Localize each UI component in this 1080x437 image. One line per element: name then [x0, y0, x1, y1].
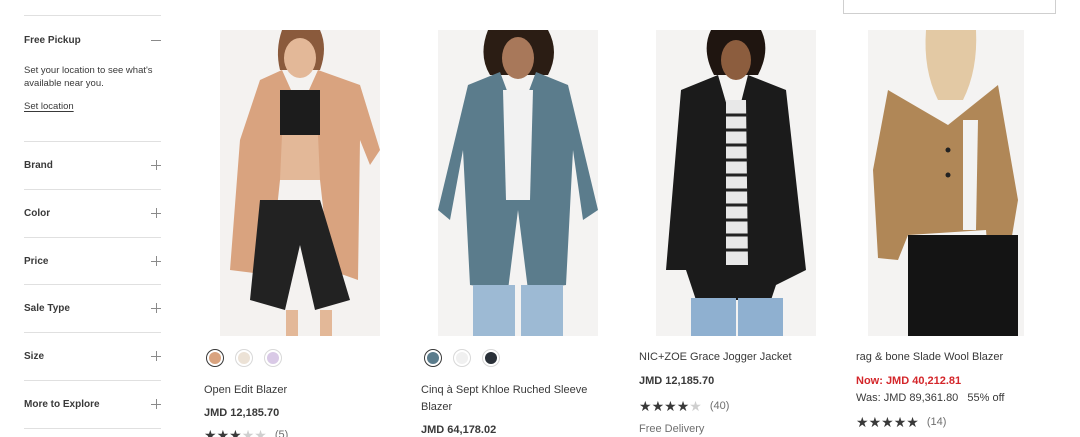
filter-sale-type[interactable]: Sale Type: [24, 301, 161, 315]
product-card[interactable]: [656, 30, 826, 336]
star-icon: ★: [664, 398, 677, 414]
filter-price[interactable]: Price: [24, 254, 161, 268]
product-name[interactable]: NIC+ZOE Grace Jogger Jacket: [639, 349, 792, 366]
sidebar-divider: [24, 141, 161, 142]
product-name[interactable]: rag & bone Slade Wool Blazer: [856, 349, 1003, 366]
sidebar-divider: [24, 332, 161, 333]
sidebar-divider: [24, 380, 161, 381]
filter-sale-type-label: Sale Type: [24, 302, 70, 314]
rating-count: (40): [709, 400, 730, 412]
filter-color-label: Color: [24, 207, 51, 219]
filter-brand[interactable]: Brand: [24, 158, 161, 172]
star-icon: ★: [639, 398, 652, 414]
plus-icon[interactable]: [151, 256, 161, 266]
star-empty-icon: ★: [254, 427, 267, 437]
plus-icon[interactable]: [151, 351, 161, 361]
original-price: Was: JMD 89,361.80 55% off: [856, 392, 1004, 404]
color-swatches: [206, 349, 282, 367]
minus-icon[interactable]: [151, 35, 161, 45]
color-swatch[interactable]: [206, 349, 224, 367]
color-swatch[interactable]: [235, 349, 253, 367]
color-swatch[interactable]: [424, 349, 442, 367]
star-icon: ★: [676, 398, 690, 414]
plus-icon[interactable]: [151, 303, 161, 313]
set-location-link[interactable]: Set location: [24, 101, 74, 112]
star-icon: ★: [216, 427, 230, 437]
star-icon: ★: [856, 414, 869, 430]
star-icon: ★: [881, 414, 894, 430]
search-input[interactable]: [843, 0, 1056, 14]
product-name[interactable]: Open Edit Blazer: [204, 382, 287, 399]
filter-more-to-explore-label: More to Explore: [24, 398, 100, 410]
filter-free-pickup[interactable]: Free Pickup: [24, 33, 161, 47]
sale-price: Now: JMD 40,212.81: [856, 375, 962, 387]
sidebar-divider: [24, 15, 161, 16]
star-icon: ★: [893, 414, 907, 430]
star-icon: ★: [868, 414, 882, 430]
star-empty-icon: ★: [689, 398, 702, 414]
product-card[interactable]: [438, 30, 608, 336]
delivery-info: Free Delivery: [639, 423, 705, 435]
discount-badge: 55% off: [967, 392, 1005, 404]
filter-color[interactable]: Color: [24, 206, 161, 220]
star-rating: ★ ★ ★ ★ ★: [639, 399, 702, 413]
filter-price-label: Price: [24, 255, 49, 267]
star-icon: ★: [204, 427, 217, 437]
plus-icon[interactable]: [151, 399, 161, 409]
product-image[interactable]: [438, 30, 598, 336]
free-pickup-description: Set your location to see what's availabl…: [24, 65, 153, 89]
was-price: Was: JMD 89,361.80: [856, 392, 959, 404]
plus-icon[interactable]: [151, 160, 161, 170]
star-icon: ★: [651, 398, 665, 414]
product-rating: ★ ★ ★ ★ ★ (5): [204, 428, 288, 437]
rating-count: (14): [926, 416, 947, 428]
filter-more-to-explore[interactable]: More to Explore: [24, 397, 161, 411]
product-image[interactable]: [868, 30, 1024, 336]
product-name[interactable]: Cinq à Sept Khloe Ruched Sleeve Blazer: [421, 382, 611, 416]
sidebar-divider: [24, 284, 161, 285]
product-image[interactable]: [220, 30, 380, 336]
color-swatch[interactable]: [453, 349, 471, 367]
color-swatches: [424, 349, 500, 367]
color-swatch[interactable]: [264, 349, 282, 367]
filter-free-pickup-label: Free Pickup: [24, 34, 81, 46]
sidebar-divider: [24, 189, 161, 190]
sidebar-divider: [24, 237, 161, 238]
star-icon: ★: [906, 414, 919, 430]
plus-icon[interactable]: [151, 208, 161, 218]
sidebar-divider: [24, 428, 161, 429]
product-price: JMD 12,185.70: [639, 375, 715, 387]
star-empty-icon: ★: [241, 427, 255, 437]
rating-count: (5): [274, 429, 289, 437]
product-price: JMD 12,185.70: [204, 407, 280, 419]
filter-size-label: Size: [24, 350, 45, 362]
product-card[interactable]: [220, 30, 390, 336]
star-icon: ★: [229, 427, 242, 437]
product-rating: ★ ★ ★ ★ ★ (14): [856, 415, 946, 429]
product-rating: ★ ★ ★ ★ ★ (40): [639, 399, 729, 413]
filter-size[interactable]: Size: [24, 349, 161, 363]
product-card[interactable]: [868, 30, 1038, 336]
star-rating: ★ ★ ★ ★ ★: [856, 415, 919, 429]
product-price: JMD 64,178.02: [421, 424, 497, 436]
star-rating: ★ ★ ★ ★ ★: [204, 428, 267, 437]
product-image[interactable]: [656, 30, 816, 336]
filter-brand-label: Brand: [24, 159, 53, 171]
color-swatch[interactable]: [482, 349, 500, 367]
